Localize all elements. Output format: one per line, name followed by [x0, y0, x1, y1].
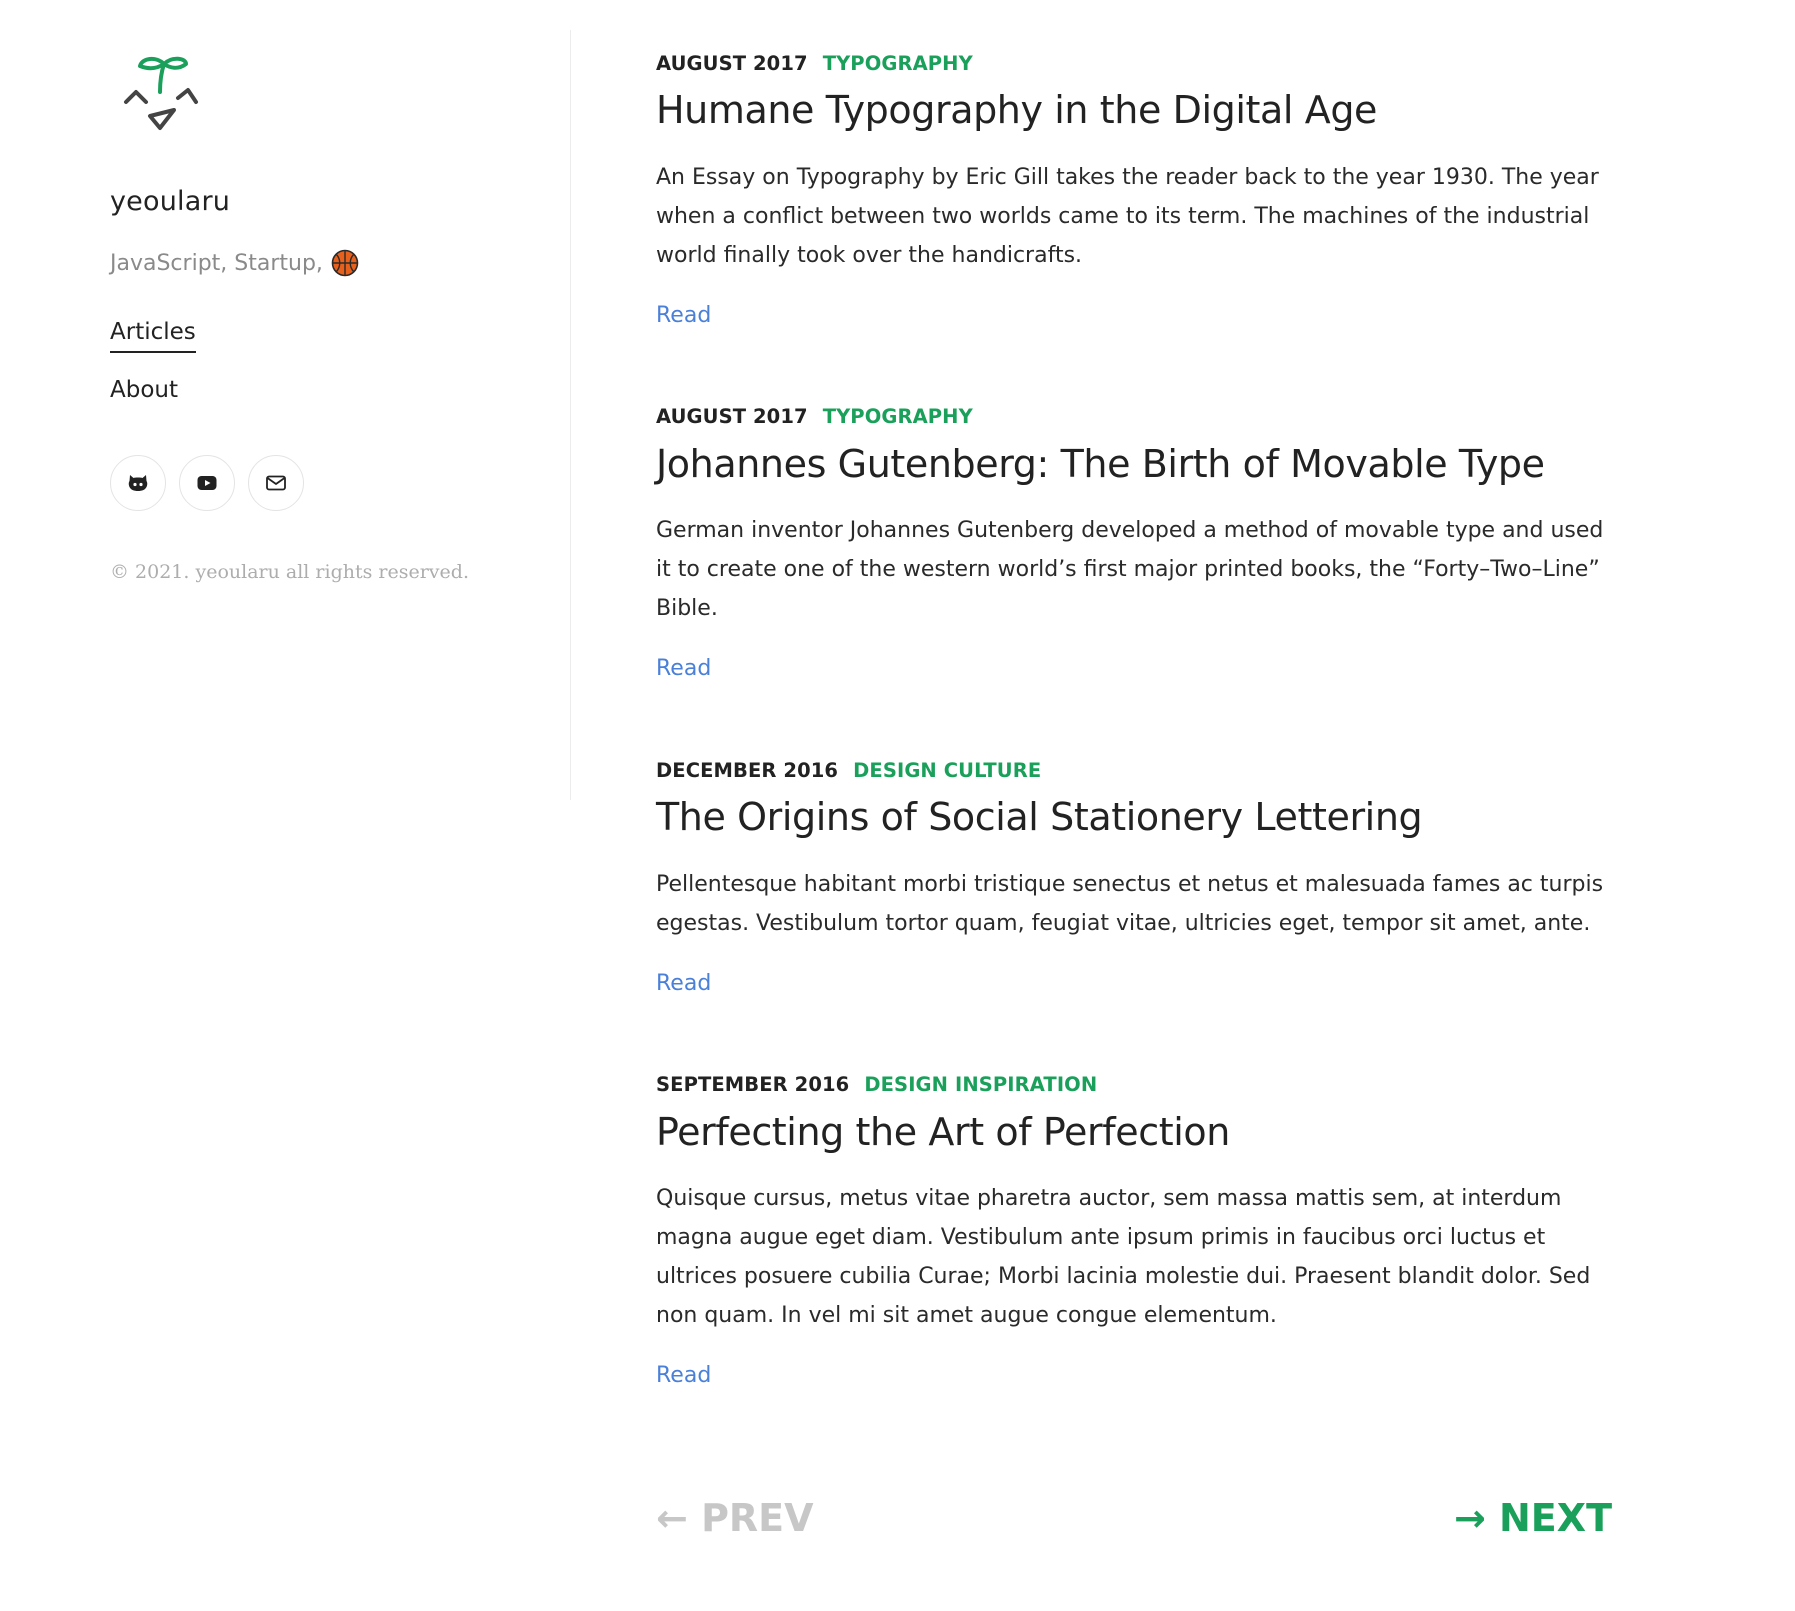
post-excerpt: Quisque cursus, metus vitae pharetra auc…: [656, 1186, 1591, 1329]
sidebar-divider: [570, 30, 571, 800]
post-item: DECEMBER 2016 DESIGN CULTURE The Origins…: [656, 757, 1616, 996]
pagination: ← PREV → NEXT: [656, 1496, 1612, 1540]
sidebar: yeoularu JavaScript, Startup, Articles A…: [110, 52, 530, 583]
post-category[interactable]: DESIGN CULTURE: [853, 759, 1041, 782]
read-link[interactable]: Read: [656, 303, 711, 328]
mail-button[interactable]: [248, 455, 304, 511]
post-item: AUGUST 2017 TYPOGRAPHY Humane Typography…: [656, 50, 1616, 328]
post-list: AUGUST 2017 TYPOGRAPHY Humane Typography…: [656, 50, 1616, 1464]
youtube-button[interactable]: [179, 455, 235, 511]
post-meta: DECEMBER 2016 DESIGN CULTURE: [656, 757, 1616, 783]
post-date: AUGUST 2017: [656, 405, 808, 429]
post-item: AUGUST 2017 TYPOGRAPHY Johannes Gutenber…: [656, 404, 1616, 681]
prev-page-link[interactable]: ← PREV: [656, 1496, 814, 1540]
post-excerpt: An Essay on Typography by Eric Gill take…: [656, 164, 1599, 268]
post-category[interactable]: TYPOGRAPHY: [823, 405, 973, 428]
logo-icon[interactable]: [120, 52, 206, 142]
youtube-icon: [197, 476, 217, 490]
post-date: SEPTEMBER 2016: [656, 1073, 850, 1097]
nav-item-articles[interactable]: Articles: [110, 319, 196, 353]
post-excerpt: Pellentesque habitant morbi tristique se…: [656, 871, 1604, 936]
post-meta: AUGUST 2017 TYPOGRAPHY: [656, 50, 1616, 76]
social-links: [110, 455, 530, 511]
post-date: DECEMBER 2016: [656, 758, 839, 782]
github-icon: [128, 475, 148, 491]
post-category[interactable]: TYPOGRAPHY: [823, 52, 973, 75]
post-category[interactable]: DESIGN INSPIRATION: [864, 1073, 1097, 1096]
read-link[interactable]: Read: [656, 971, 711, 996]
post-title[interactable]: The Origins of Social Stationery Letteri…: [656, 795, 1616, 841]
basketball-icon: [331, 249, 359, 277]
tagline-text: JavaScript, Startup,: [110, 250, 323, 276]
page: yeoularu JavaScript, Startup, Articles A…: [0, 0, 1795, 1611]
post-title[interactable]: Humane Typography in the Digital Age: [656, 88, 1616, 134]
github-button[interactable]: [110, 455, 166, 511]
post-title[interactable]: Johannes Gutenberg: The Birth of Movable…: [656, 442, 1616, 488]
site-title[interactable]: yeoularu: [110, 186, 530, 217]
post-title[interactable]: Perfecting the Art of Perfection: [656, 1110, 1616, 1156]
copyright: © 2021. yeoularu all rights reserved.: [110, 561, 469, 583]
post-meta: AUGUST 2017 TYPOGRAPHY: [656, 404, 1616, 430]
mail-icon: [266, 475, 286, 491]
tagline: JavaScript, Startup,: [110, 249, 530, 277]
post-meta: SEPTEMBER 2016 DESIGN INSPIRATION: [656, 1072, 1616, 1098]
post-excerpt: German inventor Johannes Gutenberg devel…: [656, 518, 1604, 622]
next-page-link[interactable]: → NEXT: [1454, 1496, 1612, 1540]
sidebar-nav: Articles About: [110, 319, 530, 409]
post-date: AUGUST 2017: [656, 51, 808, 75]
post-item: SEPTEMBER 2016 DESIGN INSPIRATION Perfec…: [656, 1072, 1616, 1388]
nav-item-about[interactable]: About: [110, 377, 178, 409]
read-link[interactable]: Read: [656, 656, 711, 681]
read-link[interactable]: Read: [656, 1363, 711, 1388]
